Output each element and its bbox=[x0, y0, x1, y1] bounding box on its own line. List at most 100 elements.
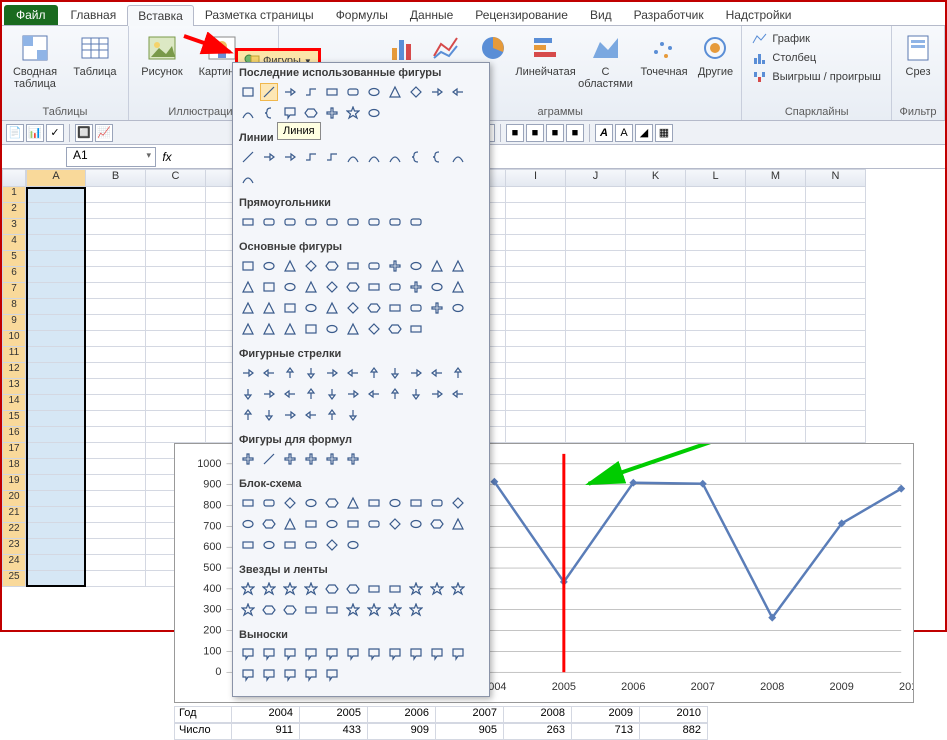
shape-text[interactable] bbox=[302, 320, 320, 338]
shape-arrow[interactable] bbox=[407, 364, 425, 382]
shape-rrect[interactable] bbox=[260, 213, 278, 231]
shape-arrow[interactable] bbox=[344, 385, 362, 403]
shape-tri[interactable] bbox=[449, 515, 467, 533]
shape-diamond[interactable] bbox=[302, 257, 320, 275]
tab-addins[interactable]: Надстройки bbox=[715, 4, 803, 25]
toolbar-icon[interactable]: ■ bbox=[566, 124, 584, 142]
shape-arrowL[interactable] bbox=[449, 83, 467, 101]
qat-icon-1[interactable]: 📄 bbox=[6, 124, 24, 142]
shape-curve[interactable] bbox=[386, 148, 404, 166]
shape-plus[interactable] bbox=[428, 299, 446, 317]
shape-star[interactable] bbox=[281, 580, 299, 598]
shape-rect[interactable] bbox=[386, 299, 404, 317]
row-header[interactable]: 24 bbox=[2, 555, 26, 571]
shape-tri[interactable] bbox=[386, 83, 404, 101]
shape-hex[interactable] bbox=[428, 515, 446, 533]
shape-conn[interactable] bbox=[302, 148, 320, 166]
shape-arrowL[interactable] bbox=[449, 385, 467, 403]
shape-callout[interactable] bbox=[323, 666, 341, 684]
row-header[interactable]: 1 bbox=[2, 187, 26, 203]
shape-arrowL[interactable] bbox=[344, 364, 362, 382]
tab-developer[interactable]: Разработчик bbox=[623, 4, 715, 25]
row-header[interactable]: 6 bbox=[2, 267, 26, 283]
sparkline-column-button[interactable]: Столбец bbox=[748, 49, 885, 67]
tab-home[interactable]: Главная bbox=[60, 4, 128, 25]
tab-page-layout[interactable]: Разметка страницы bbox=[194, 4, 325, 25]
shape-rect[interactable] bbox=[239, 494, 257, 512]
row-header[interactable]: 20 bbox=[2, 491, 26, 507]
shape-star[interactable] bbox=[302, 580, 320, 598]
shape-hex[interactable] bbox=[302, 104, 320, 122]
shape-oval[interactable] bbox=[302, 299, 320, 317]
row-header[interactable]: 19 bbox=[2, 475, 26, 491]
shape-rect[interactable] bbox=[302, 601, 320, 619]
shape-hex[interactable] bbox=[260, 601, 278, 619]
shape-oval[interactable] bbox=[407, 515, 425, 533]
shape-oval[interactable] bbox=[302, 494, 320, 512]
shape-rect[interactable] bbox=[344, 257, 362, 275]
shape-hex[interactable] bbox=[344, 278, 362, 296]
toolbar-icon[interactable]: ▦ bbox=[655, 124, 673, 142]
row-header[interactable]: 15 bbox=[2, 411, 26, 427]
shape-oval[interactable] bbox=[323, 515, 341, 533]
shape-callout[interactable] bbox=[449, 645, 467, 663]
shape-rrect[interactable] bbox=[365, 257, 383, 275]
shape-text[interactable] bbox=[260, 278, 278, 296]
shape-tri[interactable] bbox=[260, 299, 278, 317]
shape-tri[interactable] bbox=[260, 320, 278, 338]
shape-rect[interactable] bbox=[323, 83, 341, 101]
shape-tri[interactable] bbox=[344, 494, 362, 512]
shape-arrow[interactable] bbox=[323, 364, 341, 382]
shape-curve[interactable] bbox=[239, 169, 257, 187]
shape-rrect[interactable] bbox=[407, 299, 425, 317]
shape-conn[interactable] bbox=[323, 148, 341, 166]
toolbar-icon[interactable]: ◢ bbox=[635, 124, 653, 142]
shape-text[interactable] bbox=[281, 299, 299, 317]
shape-oval[interactable] bbox=[281, 278, 299, 296]
select-all-corner[interactable] bbox=[2, 169, 26, 187]
shape-arrowD[interactable] bbox=[323, 385, 341, 403]
shape-rrect[interactable] bbox=[428, 494, 446, 512]
shape-diamond[interactable] bbox=[344, 299, 362, 317]
shape-callout[interactable] bbox=[281, 104, 299, 122]
shape-oval[interactable] bbox=[449, 299, 467, 317]
toolbar-icon[interactable]: A bbox=[615, 124, 633, 142]
shape-arrowU[interactable] bbox=[281, 364, 299, 382]
shape-rrect[interactable] bbox=[365, 213, 383, 231]
tab-view[interactable]: Вид bbox=[579, 4, 623, 25]
shape-arrowU[interactable] bbox=[302, 385, 320, 403]
shape-arrowD[interactable] bbox=[407, 385, 425, 403]
row-header[interactable]: 17 bbox=[2, 443, 26, 459]
pivot-table-button[interactable]: Сводная таблица bbox=[8, 30, 62, 92]
bar-chart-button[interactable]: Линейчатая bbox=[519, 30, 573, 80]
shape-diamond[interactable] bbox=[323, 536, 341, 554]
shapes-dropdown-panel[interactable]: Последние использованные фигурыЛинииПрям… bbox=[232, 62, 490, 697]
shape-tri[interactable] bbox=[281, 515, 299, 533]
shape-oval[interactable] bbox=[386, 494, 404, 512]
shape-callout[interactable] bbox=[260, 666, 278, 684]
shape-oval[interactable] bbox=[260, 536, 278, 554]
shape-rrect[interactable] bbox=[365, 515, 383, 533]
shape-arrowU[interactable] bbox=[365, 364, 383, 382]
row-header[interactable]: 11 bbox=[2, 347, 26, 363]
shape-rrect[interactable] bbox=[260, 494, 278, 512]
shape-hex[interactable] bbox=[344, 580, 362, 598]
shape-rect[interactable] bbox=[407, 494, 425, 512]
shape-arrowL[interactable] bbox=[365, 385, 383, 403]
shape-callout[interactable] bbox=[281, 666, 299, 684]
shape-rect[interactable] bbox=[302, 515, 320, 533]
shape-arrowD[interactable] bbox=[344, 406, 362, 424]
shape-oval[interactable] bbox=[260, 257, 278, 275]
shape-plus[interactable] bbox=[239, 450, 257, 468]
shape-callout[interactable] bbox=[323, 645, 341, 663]
shape-rrect[interactable] bbox=[344, 213, 362, 231]
shape-oval[interactable] bbox=[365, 83, 383, 101]
shape-hex[interactable] bbox=[281, 601, 299, 619]
shape-conn[interactable] bbox=[302, 83, 320, 101]
shape-text[interactable] bbox=[239, 83, 257, 101]
shape-rect[interactable] bbox=[365, 278, 383, 296]
shape-arrowD[interactable] bbox=[239, 385, 257, 403]
column-header[interactable]: L bbox=[686, 169, 746, 187]
shape-rrect[interactable] bbox=[302, 536, 320, 554]
shape-callout[interactable] bbox=[260, 645, 278, 663]
